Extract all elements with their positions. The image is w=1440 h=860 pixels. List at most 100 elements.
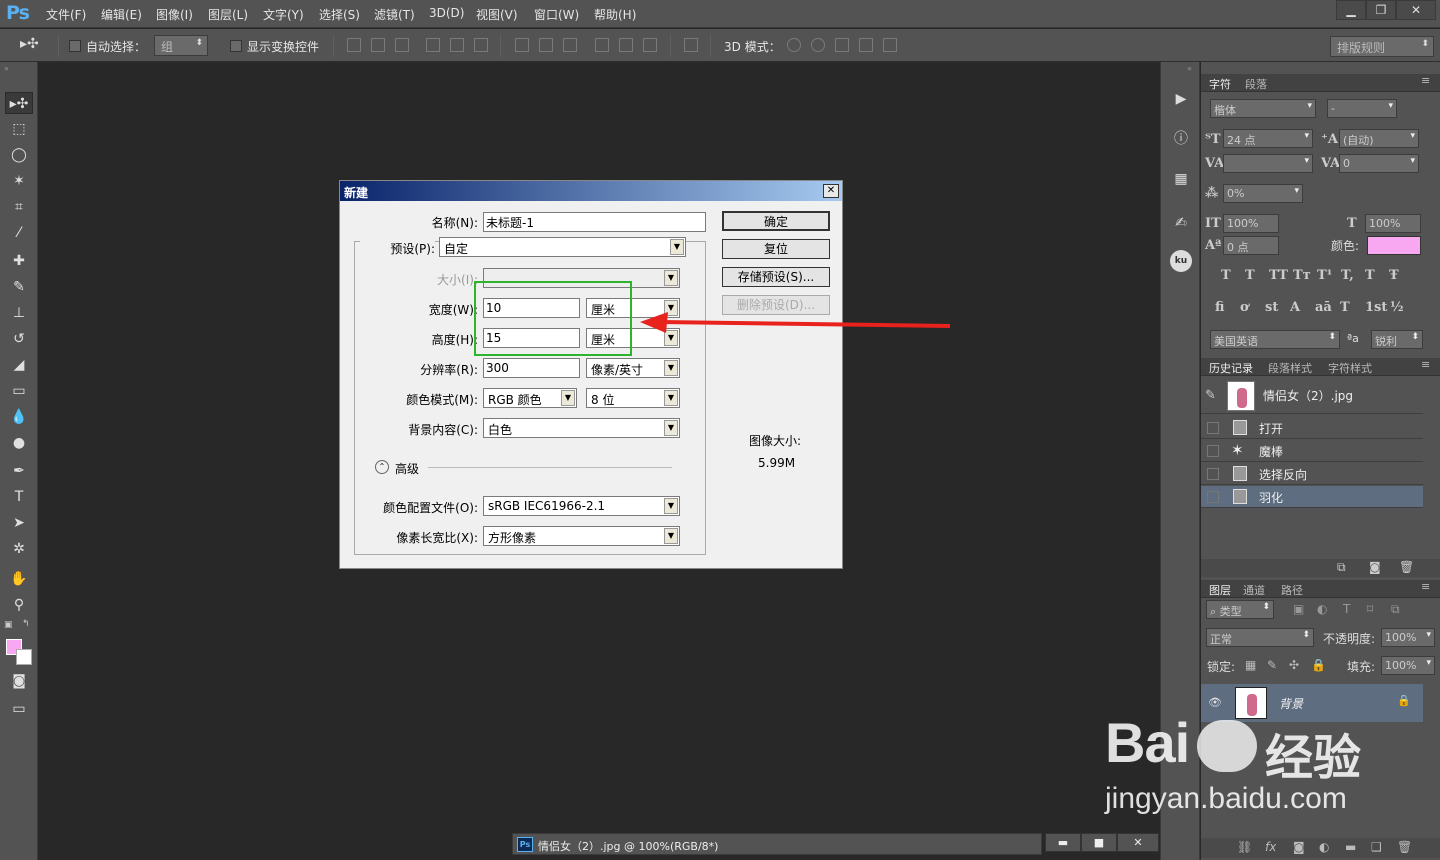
menu-type[interactable]: 文字(Y) <box>263 6 304 23</box>
camera-icon[interactable]: ◙ <box>1369 560 1381 574</box>
history-checkbox[interactable] <box>1207 445 1219 457</box>
eraser-tool-icon[interactable]: ◢ <box>5 354 33 376</box>
menu-file[interactable]: 文件(F) <box>46 6 86 23</box>
history-brush-tool-icon[interactable]: ↺ <box>5 328 33 350</box>
leading-input[interactable]: (自动) ▾ <box>1339 129 1419 148</box>
document-minimize-button[interactable]: ▬ <box>1045 833 1081 852</box>
screen-mode-icon[interactable]: ▭ <box>5 698 33 720</box>
collapse-icon[interactable]: » <box>4 64 9 73</box>
antialias-select[interactable]: 锐利 ⬍ <box>1371 330 1423 349</box>
opacity-input[interactable]: 100% ▾ <box>1381 628 1435 647</box>
ok-button[interactable]: 确定 <box>722 211 830 231</box>
text-style-button-5[interactable]: T, <box>1341 268 1354 283</box>
lock-position-icon[interactable]: ✣ <box>1289 658 1299 672</box>
kuler-icon[interactable]: ku <box>1170 250 1192 272</box>
history-step-selected[interactable]: 羽化 <box>1201 486 1423 508</box>
new-layer-icon[interactable]: ❑ <box>1371 840 1382 854</box>
blur-tool-icon[interactable]: 💧 <box>5 406 33 428</box>
opentype-button-5[interactable]: T <box>1340 300 1350 315</box>
adjustment-layer-icon[interactable]: ◐ <box>1319 840 1329 854</box>
3d-slide-icon[interactable] <box>859 38 873 52</box>
move-tool-preset-icon[interactable]: ▸✣ <box>20 36 39 52</box>
language-select[interactable]: 美国英语 ⬍ <box>1210 330 1340 349</box>
history-snapshot[interactable]: ✎ 情侣女（2）.jpg <box>1201 378 1423 414</box>
align-hcenter-icon[interactable] <box>450 38 464 52</box>
document-tab[interactable]: Ps 情侣女（2）.jpg @ 100%(RGB/8*) <box>512 833 1042 855</box>
reset-button[interactable]: 复位 <box>722 239 830 259</box>
history-step[interactable]: 选择反向 <box>1201 463 1423 485</box>
opentype-button-1[interactable]: ơ <box>1240 300 1249 315</box>
opentype-button-4[interactable]: aā <box>1315 300 1332 315</box>
3d-pan-icon[interactable] <box>835 38 849 52</box>
tab-paragraph-styles[interactable]: 段落样式 <box>1268 360 1312 376</box>
menu-window[interactable]: 窗口(W) <box>534 6 579 23</box>
menu-image[interactable]: 图像(I) <box>156 6 193 23</box>
show-transform-checkbox[interactable] <box>230 40 242 52</box>
filter-smart-icon[interactable]: ⧉ <box>1391 602 1400 617</box>
tab-layers[interactable]: 图层 <box>1209 582 1231 598</box>
stamp-tool-icon[interactable]: ⊥ <box>5 302 33 324</box>
eye-visibility-icon[interactable]: 👁 <box>1208 696 1222 709</box>
document-maximize-button[interactable]: ■ <box>1081 833 1117 852</box>
menu-filter[interactable]: 滤镜(T) <box>374 6 415 23</box>
blend-mode-select[interactable]: 正常 ⬍ <box>1206 628 1314 647</box>
3d-scale-icon[interactable] <box>883 38 897 52</box>
lock-paint-icon[interactable]: ✎ <box>1267 658 1277 672</box>
text-color-swatch[interactable] <box>1367 236 1421 255</box>
new-document-from-state-icon[interactable]: ⧉ <box>1337 560 1346 575</box>
layer-filter-select[interactable]: ⌕ 类型 ⬍ <box>1206 600 1274 619</box>
bg-content-select[interactable]: 白色 ▼ <box>483 418 680 438</box>
color-profile-select[interactable]: sRGB IEC61966-2.1 ▼ <box>483 496 680 516</box>
eyedropper-tool-icon[interactable]: ⁄ <box>5 222 33 244</box>
distribute-bottom-icon[interactable] <box>563 38 577 52</box>
collapse-advanced-icon[interactable]: ⌃ <box>375 460 389 474</box>
bit-depth-select[interactable]: 8 位 ▼ <box>586 388 680 408</box>
auto-align-icon[interactable] <box>684 38 698 52</box>
swatches-grid-icon[interactable]: ▦ <box>1170 168 1192 190</box>
name-input[interactable] <box>483 212 706 232</box>
menu-layer[interactable]: 图层(L) <box>208 6 248 23</box>
filter-pixel-icon[interactable]: ▣ <box>1293 602 1304 616</box>
text-style-button-0[interactable]: T <box>1221 268 1231 283</box>
auto-select-checkbox[interactable] <box>69 40 81 52</box>
type-tool-icon[interactable]: T <box>5 486 33 508</box>
menu-view[interactable]: 视图(V) <box>476 6 518 23</box>
3d-roll-icon[interactable] <box>811 38 825 52</box>
tab-character-styles[interactable]: 字符样式 <box>1328 360 1372 376</box>
gradient-tool-icon[interactable]: ▭ <box>5 380 33 402</box>
tab-history[interactable]: 历史记录 <box>1209 360 1253 376</box>
quick-mask-icon[interactable]: ◙ <box>5 670 33 692</box>
text-style-button-1[interactable]: T <box>1245 268 1255 283</box>
opentype-button-0[interactable]: fi <box>1215 300 1224 315</box>
tab-paragraph[interactable]: 段落 <box>1245 76 1267 92</box>
expand-icon[interactable]: « <box>1187 64 1192 73</box>
lock-transparent-icon[interactable]: ▦ <box>1245 658 1256 672</box>
horizontal-scale-input[interactable]: 100% <box>1365 214 1421 233</box>
move-tool-icon[interactable]: ▸✣ <box>5 92 33 114</box>
auto-select-dropdown[interactable]: 组 ⬍ <box>154 35 208 56</box>
align-left-icon[interactable] <box>426 38 440 52</box>
shape-tool-icon[interactable]: ✲ <box>5 538 33 560</box>
panel-menu-icon[interactable]: ≡ <box>1421 358 1430 371</box>
history-step[interactable]: ✶ 魔棒 <box>1201 440 1423 462</box>
tsume-input[interactable]: 0% ▾ <box>1223 184 1303 203</box>
brush-presets-icon[interactable]: ✍ <box>1170 212 1192 234</box>
save-preset-button[interactable]: 存储预设(S)... <box>722 267 830 287</box>
distribute-hcenter-icon[interactable] <box>619 38 633 52</box>
brush-tool-icon[interactable]: ✎ <box>5 276 33 298</box>
dialog-close-icon[interactable]: ✕ <box>823 184 839 198</box>
align-right-icon[interactable] <box>474 38 488 52</box>
opentype-button-3[interactable]: A <box>1290 300 1300 315</box>
info-icon[interactable]: ⓘ <box>1170 128 1192 150</box>
text-style-button-3[interactable]: Tт <box>1293 268 1311 283</box>
tab-character[interactable]: 字符 <box>1209 76 1231 92</box>
minimize-button[interactable]: ▁ <box>1336 0 1366 20</box>
zoom-tool-icon[interactable]: ⚲ <box>5 594 33 616</box>
distribute-vcenter-icon[interactable] <box>539 38 553 52</box>
align-bottom-icon[interactable] <box>395 38 409 52</box>
new-group-icon[interactable]: ▬ <box>1345 840 1356 854</box>
font-family-select[interactable]: 楷体 ▾ <box>1210 99 1316 118</box>
dialog-title-bar[interactable]: 新建 <box>340 181 842 201</box>
menu-help[interactable]: 帮助(H) <box>594 6 636 23</box>
baseline-shift-input[interactable]: 0 点 <box>1223 236 1279 255</box>
